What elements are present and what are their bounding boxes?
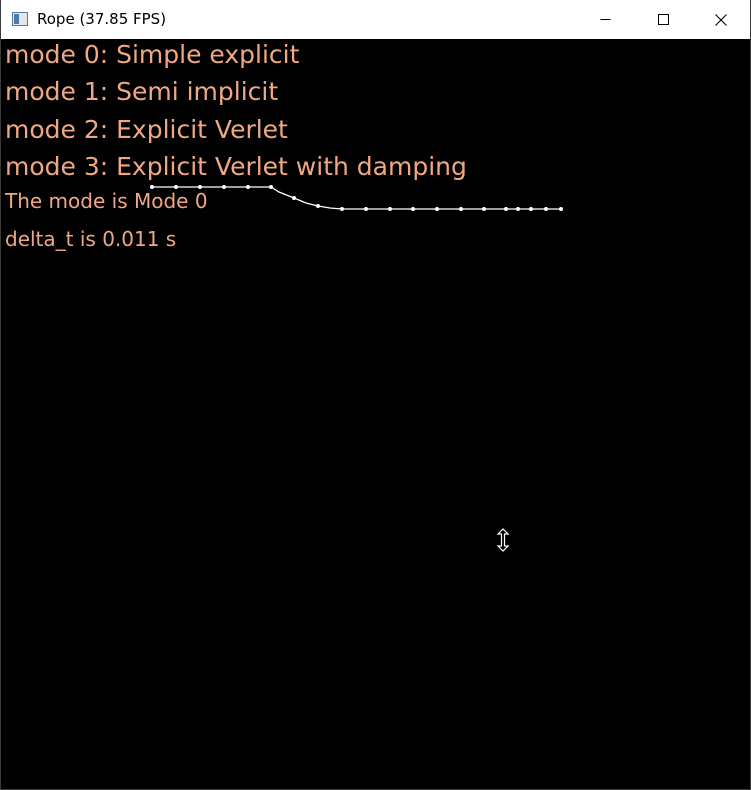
mode-1-label: mode 1: Semi implicit (5, 77, 279, 106)
close-icon (715, 13, 727, 26)
rope-mass-point[interactable] (559, 207, 563, 211)
window-title: Rope (37.85 FPS) (37, 10, 167, 28)
rope-mass-point[interactable] (222, 185, 226, 189)
delta-t-label: delta_t is 0.011 s (5, 227, 177, 251)
rope-mass-point[interactable] (316, 204, 320, 208)
minimize-icon (600, 19, 610, 20)
rope-mass-point[interactable] (364, 207, 368, 211)
title-bar[interactable]: Rope (37.85 FPS) (1, 0, 750, 39)
rope-mass-point[interactable] (482, 207, 486, 211)
rope-mass-point[interactable] (246, 185, 250, 189)
app-icon (12, 12, 28, 26)
render-canvas[interactable]: mode 0: Simple explicit mode 1: Semi imp… (1, 39, 750, 789)
rope-mass-point[interactable] (504, 207, 508, 211)
current-mode-label: The mode is Mode 0 (5, 189, 208, 213)
minimize-button[interactable] (576, 0, 634, 39)
rope-mass-point[interactable] (516, 207, 520, 211)
rope-mass-point[interactable] (388, 207, 392, 211)
rope-mass-point[interactable] (435, 207, 439, 211)
rope-mass-point[interactable] (544, 207, 548, 211)
mode-3-label: mode 3: Explicit Verlet with damping (5, 152, 467, 181)
rope-mass-point[interactable] (529, 207, 533, 211)
app-window: Rope (37.85 FPS) mode 0: Simple explicit… (0, 0, 751, 790)
close-button[interactable] (692, 0, 750, 39)
maximize-button[interactable] (634, 0, 692, 39)
rope-mass-point[interactable] (340, 207, 344, 211)
mode-0-label: mode 0: Simple explicit (5, 40, 300, 69)
mode-2-label: mode 2: Explicit Verlet (5, 115, 288, 144)
vertical-resize-cursor-icon (496, 528, 510, 552)
rope-mass-point[interactable] (411, 207, 415, 211)
rope-line (152, 186, 561, 210)
rope-mass-point[interactable] (292, 196, 296, 200)
maximize-icon (657, 14, 669, 25)
rope-mass-point[interactable] (269, 185, 273, 189)
rope-mass-point[interactable] (459, 207, 463, 211)
